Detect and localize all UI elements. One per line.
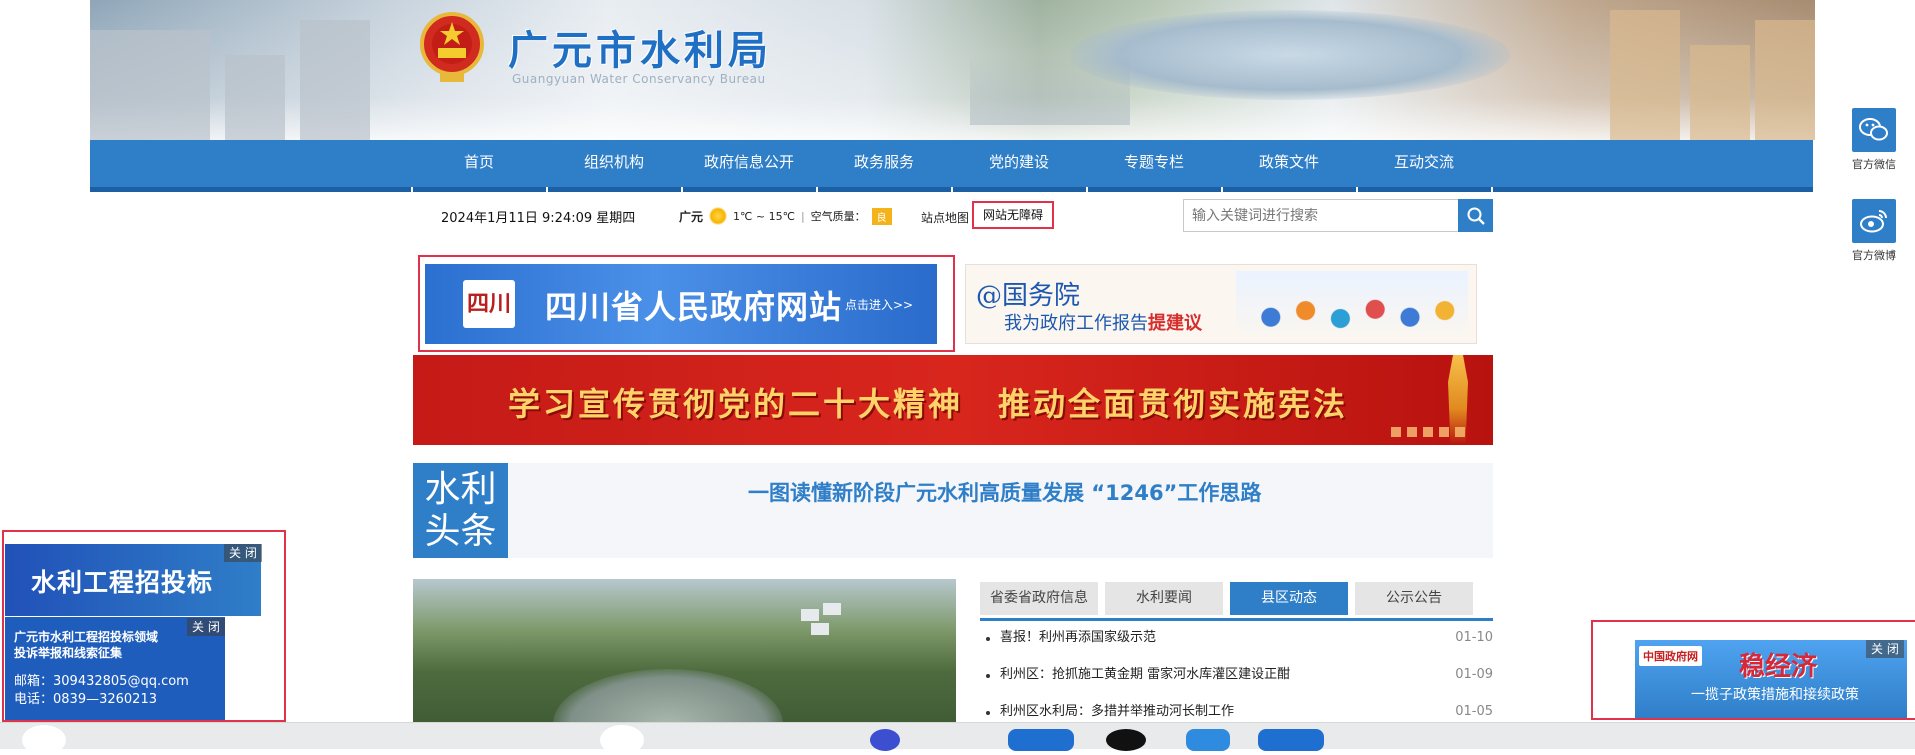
sichuan-banner-enter: 点击进入>> — [845, 298, 914, 312]
social-weibo[interactable]: 官方微博 — [1852, 199, 1896, 266]
close-button[interactable]: 关 闭 — [187, 618, 225, 636]
current-date: 2024年1月11日 9:24:09 星期四 — [441, 211, 636, 226]
state-council-banner[interactable]: @国务院 我为政府工作报告提建议 — [965, 264, 1477, 344]
nav-divider — [1356, 187, 1358, 193]
sichuan-seal-icon: 四川 — [463, 280, 515, 328]
nav-item-gov-info[interactable]: 政府信息公开 — [682, 140, 817, 187]
header-banner — [90, 0, 1815, 140]
weather-city: 广元 — [679, 209, 704, 224]
search-input[interactable] — [1183, 199, 1459, 232]
list-item[interactable]: 利州区：抢抓施工黄金期 雷家河水库灌区建设正酣 01-09 — [983, 659, 1493, 696]
news-tabs: 省委省政府信息 水利要闻 县区动态 公示公告 — [980, 582, 1493, 621]
tab-province-info[interactable]: 省委省政府信息 — [980, 582, 1098, 615]
nav-item-organization[interactable]: 组织机构 — [547, 140, 682, 187]
sichuan-banner-title: 四川省人民政府网站 — [545, 288, 843, 326]
state-council-title: @国务院 — [976, 281, 1081, 311]
close-button[interactable]: 关 闭 — [1866, 640, 1904, 658]
weibo-icon[interactable] — [1852, 199, 1896, 243]
nav-divider — [816, 187, 818, 193]
nav-item-policies[interactable]: 政策文件 — [1222, 140, 1357, 187]
weather-divider: | — [800, 209, 805, 223]
slogan-banner[interactable]: 学习宣传贯彻党的二十大精神 推动全面贯彻实施宪法 — [413, 355, 1493, 445]
nav-divider — [951, 187, 953, 193]
social-label: 官方微信 — [1852, 158, 1896, 171]
sun-icon — [709, 207, 728, 225]
list-item[interactable]: 喜报！利州再添国家级示范 01-10 — [983, 622, 1493, 659]
stable-economy-title: 稳经济 — [1739, 652, 1818, 682]
state-council-subtitle: 我为政府工作报告提建议 — [1004, 313, 1202, 334]
sitemap-link[interactable]: 站点地图 — [921, 209, 969, 226]
nav-item-services[interactable]: 政务服务 — [817, 140, 952, 187]
nav-divider — [1491, 187, 1493, 193]
nav-item-home[interactable]: 首页 — [412, 140, 547, 187]
main-nav: 首页 组织机构 政府信息公开 政务服务 党的建设 专题专栏 政策文件 互动交流 — [90, 140, 1813, 192]
gov-cn-logo: 中国政府网 — [1639, 646, 1702, 666]
nav-item-interaction[interactable]: 互动交流 — [1357, 140, 1492, 187]
slogan-text: 学习宣传贯彻党的二十大精神 推动全面贯彻实施宪法 — [508, 385, 1349, 423]
social-label: 官方微博 — [1852, 249, 1896, 262]
crowd-illustration — [1236, 271, 1468, 337]
carousel-dots[interactable] — [1391, 427, 1465, 437]
stable-economy-subtitle: 一揽子政策措施和接续政策 — [1691, 687, 1859, 703]
wechat-icon[interactable] — [1852, 108, 1896, 152]
social-wechat[interactable]: 官方微信 — [1852, 108, 1896, 175]
headline-badge: 水利 头条 — [413, 463, 508, 558]
headline-section: 水利 头条 一图读懂新阶段广元水利高质量发展 “1246”工作思路 — [413, 463, 1493, 558]
taskbar-strip — [0, 722, 1915, 755]
tab-water-news[interactable]: 水利要闻 — [1105, 582, 1223, 615]
news-list: 喜报！利州再添国家级示范 01-10 利州区：抢抓施工黄金期 雷家河水库灌区建设正… — [983, 622, 1493, 733]
site-title: 广元市水利局 — [508, 28, 772, 74]
search-icon — [1467, 207, 1485, 225]
nav-divider — [681, 187, 683, 193]
weather-widget: 广元 1℃ ~ 15℃ | 空气质量： 良 — [679, 207, 892, 225]
bidding-ad[interactable]: 水利工程招投标 — [5, 544, 261, 616]
tab-county-news[interactable]: 县区动态 — [1230, 582, 1348, 615]
search-bar — [1183, 199, 1493, 232]
tab-announcements[interactable]: 公示公告 — [1355, 582, 1473, 615]
search-button[interactable] — [1458, 199, 1493, 232]
nav-item-topics[interactable]: 专题专栏 — [1087, 140, 1222, 187]
state-council-emph: 提建议 — [1148, 313, 1202, 334]
report-ad-contact: 邮箱：309432805@qq.com 电话：0839—3260213 — [14, 674, 189, 707]
report-ad-title: 广元市水利工程招投标领域 投诉举报和线索征集 — [14, 630, 159, 660]
bidding-ad-title: 水利工程招投标 — [31, 568, 214, 597]
air-quality-label: 空气质量： — [810, 210, 866, 223]
sichuan-gov-banner[interactable]: 四川 四川省人民政府网站 点击进入>> — [425, 264, 937, 344]
nav-item-party[interactable]: 党的建设 — [952, 140, 1087, 187]
national-emblem-icon — [420, 12, 484, 82]
info-bar: 2024年1月11日 9:24:09 星期四 广元 1℃ ~ 15℃ | 空气质… — [0, 195, 1915, 237]
nav-divider — [546, 187, 548, 193]
headline-link[interactable]: 一图读懂新阶段广元水利高质量发展 “1246”工作思路 — [748, 477, 1261, 507]
close-button[interactable]: 关 闭 — [224, 544, 262, 562]
nav-divider — [1086, 187, 1088, 193]
nav-divider — [411, 187, 413, 193]
weather-temperature: 1℃ ~ 15℃ — [733, 209, 795, 223]
site-subtitle: Guangyuan Water Conservancy Bureau — [512, 72, 766, 86]
air-quality-badge: 良 — [871, 207, 892, 225]
nav-divider — [1221, 187, 1223, 193]
accessibility-link[interactable]: 网站无障碍 — [972, 201, 1054, 229]
